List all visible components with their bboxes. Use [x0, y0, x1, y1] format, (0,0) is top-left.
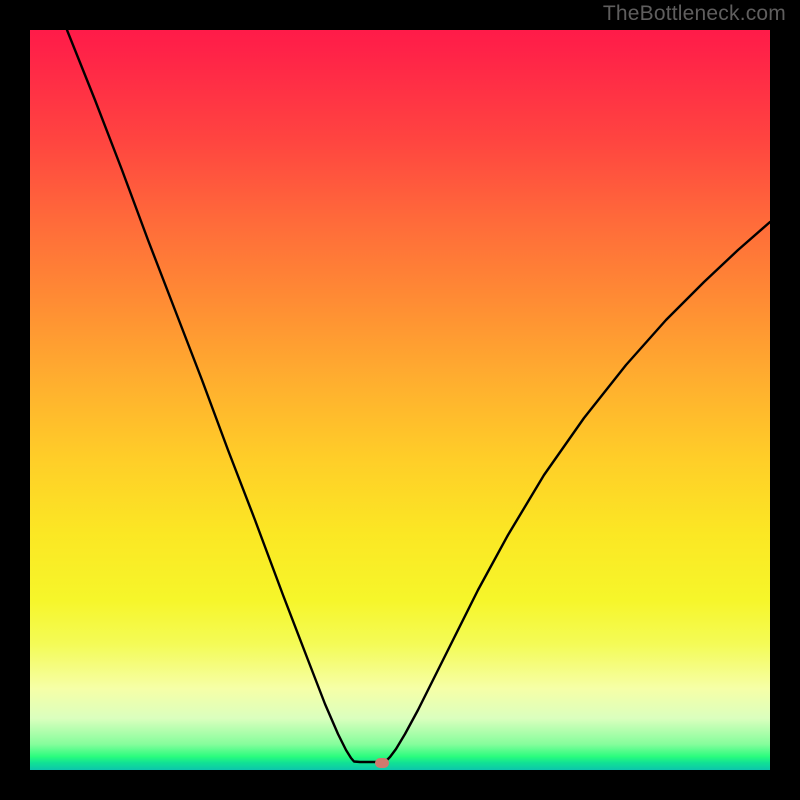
bottleneck-curve	[30, 30, 770, 770]
watermark-label: TheBottleneck.com	[603, 2, 786, 26]
plot-area	[30, 30, 770, 770]
optimal-point-marker	[375, 758, 389, 768]
chart-frame: TheBottleneck.com	[0, 0, 800, 800]
